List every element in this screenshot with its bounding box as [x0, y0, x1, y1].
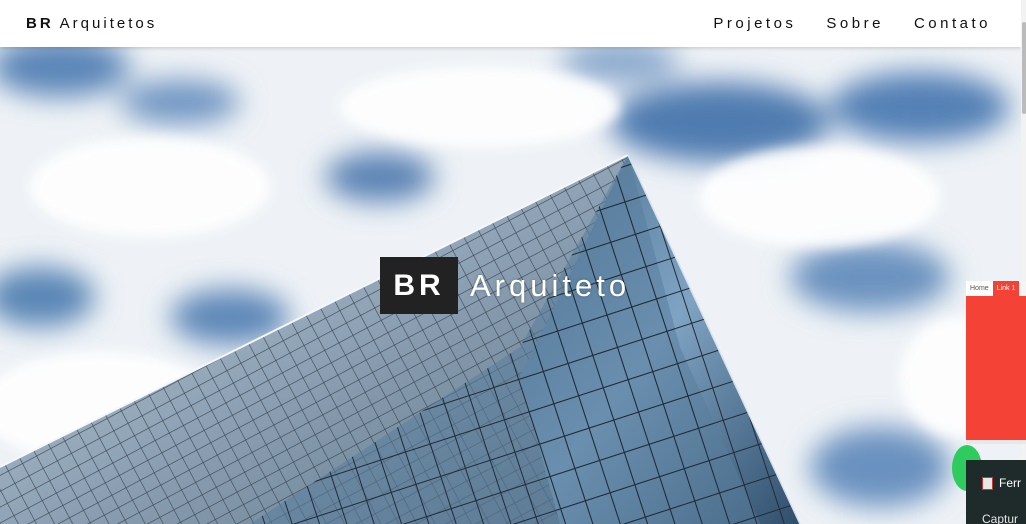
brand-name: Arquitetos [59, 15, 158, 32]
top-navbar: BR Arquitetos Projetos Sobre Contato [0, 0, 1021, 47]
taskbar-popup-capture-label: Captur [982, 512, 1019, 524]
hero-section: BR Arquiteto [0, 47, 1021, 524]
extension-panel: Home Link 1 [966, 281, 1026, 449]
hero-logo: BR Arquiteto [380, 257, 630, 314]
extension-tabs: Home Link 1 [966, 281, 1026, 296]
extension-tab-link-1[interactable]: Link 1 [992, 281, 1020, 296]
extension-tab-home[interactable]: Home [966, 281, 993, 296]
hero-logo-text: Arquiteto [470, 267, 631, 303]
scrollbar-thumb[interactable] [1022, 22, 1026, 114]
extension-body [966, 296, 1026, 444]
nav-link-contato[interactable]: Contato [914, 15, 991, 32]
taskbar-popup-item[interactable]: Ferr [966, 460, 1026, 490]
snipping-tool-icon [982, 476, 993, 490]
taskbar-popup: Ferr Captur [966, 460, 1026, 524]
nav-link-sobre[interactable]: Sobre [826, 15, 884, 32]
nav-links: Projetos Sobre Contato [713, 15, 991, 32]
brand-logo[interactable]: BR Arquitetos [26, 15, 157, 32]
hero-logo-box: BR [380, 257, 458, 314]
taskbar-popup-app-label: Ferr [999, 476, 1021, 490]
brand-strong: BR [26, 15, 54, 32]
nav-link-projetos[interactable]: Projetos [713, 15, 796, 32]
